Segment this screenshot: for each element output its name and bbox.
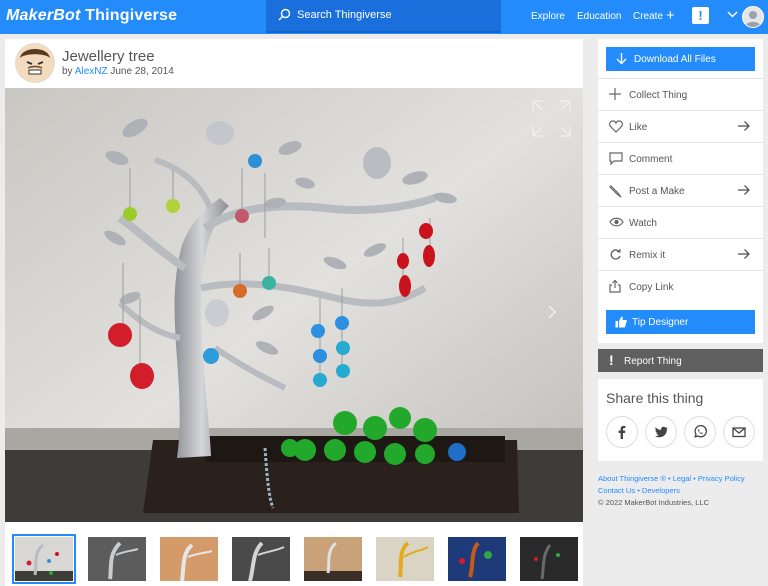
- separator-dot: •: [635, 486, 642, 495]
- developers-link[interactable]: Developers: [642, 486, 680, 495]
- separator-dot: •: [691, 474, 698, 483]
- collect-thing-button[interactable]: Collect Thing: [598, 78, 763, 111]
- report-thing-button[interactable]: ! Report Thing: [598, 349, 763, 372]
- jewellery-tree-image: [5, 88, 583, 522]
- download-arrow-icon: [616, 53, 627, 65]
- twitter-icon: [655, 426, 668, 438]
- heart-icon: [609, 120, 623, 133]
- download-all-files-button[interactable]: Download All Files: [606, 47, 755, 71]
- exclamation-icon: !: [609, 352, 614, 368]
- plus-icon: [609, 88, 621, 100]
- by-label: by: [62, 66, 73, 77]
- comment-icon: [609, 152, 623, 165]
- post-a-make-label: Post a Make: [629, 186, 685, 197]
- search-icon: [278, 8, 291, 21]
- collect-thing-label: Collect Thing: [629, 90, 688, 101]
- tip-designer-button[interactable]: Tip Designer: [606, 310, 755, 334]
- thumbnail-strip: [5, 531, 583, 586]
- post-a-make-button[interactable]: Post a Make: [598, 174, 763, 207]
- share-whatsapp-button[interactable]: [684, 416, 716, 448]
- nav-education[interactable]: Education: [577, 11, 621, 22]
- watch-button[interactable]: Watch: [598, 206, 763, 239]
- create-plus-icon[interactable]: +: [666, 8, 675, 23]
- thumbnail-1[interactable]: [12, 534, 76, 584]
- nav-create[interactable]: Create: [633, 11, 663, 22]
- author-link[interactable]: AlexNZ: [75, 66, 108, 77]
- share-email-button[interactable]: [723, 416, 755, 448]
- face-icon: [16, 44, 54, 82]
- tip-designer-label: Tip Designer: [632, 317, 689, 328]
- eye-icon: [609, 217, 624, 227]
- thumbnail-4-image: [232, 537, 290, 581]
- copyright-text: © 2022 MakerBot Industries, LLC: [598, 498, 709, 507]
- like-label: Like: [629, 122, 648, 133]
- copy-link-label: Copy Link: [629, 282, 674, 293]
- contact-us-link[interactable]: Contact Us: [598, 486, 635, 495]
- user-silhouette-icon: [745, 11, 761, 27]
- legal-link[interactable]: Legal: [673, 474, 691, 483]
- arrow-right-icon: [738, 249, 750, 259]
- share-facebook-button[interactable]: [606, 416, 638, 448]
- thing-byline: by AlexNZ June 28, 2014: [62, 66, 174, 77]
- comment-button[interactable]: Comment: [598, 142, 763, 175]
- make-icon: [609, 185, 622, 198]
- thing-title: Jewellery tree: [62, 48, 155, 65]
- comment-label: Comment: [629, 154, 673, 165]
- publish-date: June 28, 2014: [110, 66, 174, 77]
- nav-explore[interactable]: Explore: [531, 11, 565, 22]
- main-photo[interactable]: [5, 88, 583, 522]
- share-title: Share this thing: [606, 390, 704, 406]
- thumbnail-7-image: [448, 537, 506, 581]
- footer-links-row-1: About Thingiverse ® • Legal • Privacy Po…: [598, 474, 745, 483]
- chevron-down-icon[interactable]: [727, 11, 738, 18]
- remix-button[interactable]: Remix it: [598, 238, 763, 271]
- makerbot-wordmark: MakerBot: [6, 7, 81, 24]
- email-icon: [732, 427, 746, 438]
- copy-link-button[interactable]: Copy Link: [598, 270, 763, 303]
- footer-links-row-2: Contact Us • Developers: [598, 486, 680, 495]
- thing-actions-panel: Download All Files Collect Thing Like Co…: [598, 39, 763, 343]
- report-thing-label: Report Thing: [624, 356, 682, 367]
- thumbnail-5-image: [304, 537, 362, 581]
- remix-icon: [610, 248, 621, 260]
- thingiverse-wordmark: Thingiverse: [85, 7, 178, 24]
- facebook-icon: [618, 425, 626, 439]
- arrow-right-icon: [738, 121, 750, 131]
- thumbnail-2[interactable]: [88, 537, 146, 581]
- thumbnail-6-image: [376, 537, 434, 581]
- search-input[interactable]: Search Thingiverse: [297, 9, 392, 21]
- download-label: Download All Files: [634, 54, 716, 65]
- thumbnail-8[interactable]: [520, 537, 578, 581]
- share-icon: [609, 280, 621, 293]
- creator-avatar[interactable]: [15, 43, 55, 83]
- privacy-policy-link[interactable]: Privacy Policy: [698, 474, 745, 483]
- thumbnail-1-image: [15, 537, 73, 581]
- top-navigation-bar: MakerBot Thingiverse Search Thingiverse …: [0, 0, 768, 34]
- thumbnail-4[interactable]: [232, 537, 290, 581]
- whatsapp-icon: [694, 425, 707, 438]
- thingiverse-logo[interactable]: MakerBot Thingiverse: [6, 7, 177, 25]
- like-button[interactable]: Like: [598, 110, 763, 143]
- separator-dot: •: [665, 474, 673, 483]
- thumbs-up-icon: [615, 316, 627, 328]
- thumbnail-8-image: [520, 537, 578, 581]
- thing-main-panel: Jewellery tree by AlexNZ June 28, 2014: [5, 39, 583, 586]
- remix-label: Remix it: [629, 250, 666, 261]
- thumbnail-6[interactable]: [376, 537, 434, 581]
- share-twitter-button[interactable]: [645, 416, 677, 448]
- watch-label: Watch: [629, 218, 657, 229]
- thumbnail-3[interactable]: [160, 537, 218, 581]
- thumbnail-5[interactable]: [304, 537, 362, 581]
- thumbnail-2-image: [88, 537, 146, 581]
- thumbnail-3-image: [160, 537, 218, 581]
- notification-icon[interactable]: !: [692, 7, 709, 24]
- user-avatar[interactable]: [742, 6, 764, 28]
- about-link[interactable]: About Thingiverse ®: [598, 474, 666, 483]
- thumbnail-7[interactable]: [448, 537, 506, 581]
- share-panel: Share this thing: [598, 379, 763, 461]
- search-box[interactable]: Search Thingiverse: [266, 0, 501, 33]
- arrow-right-icon: [738, 185, 750, 195]
